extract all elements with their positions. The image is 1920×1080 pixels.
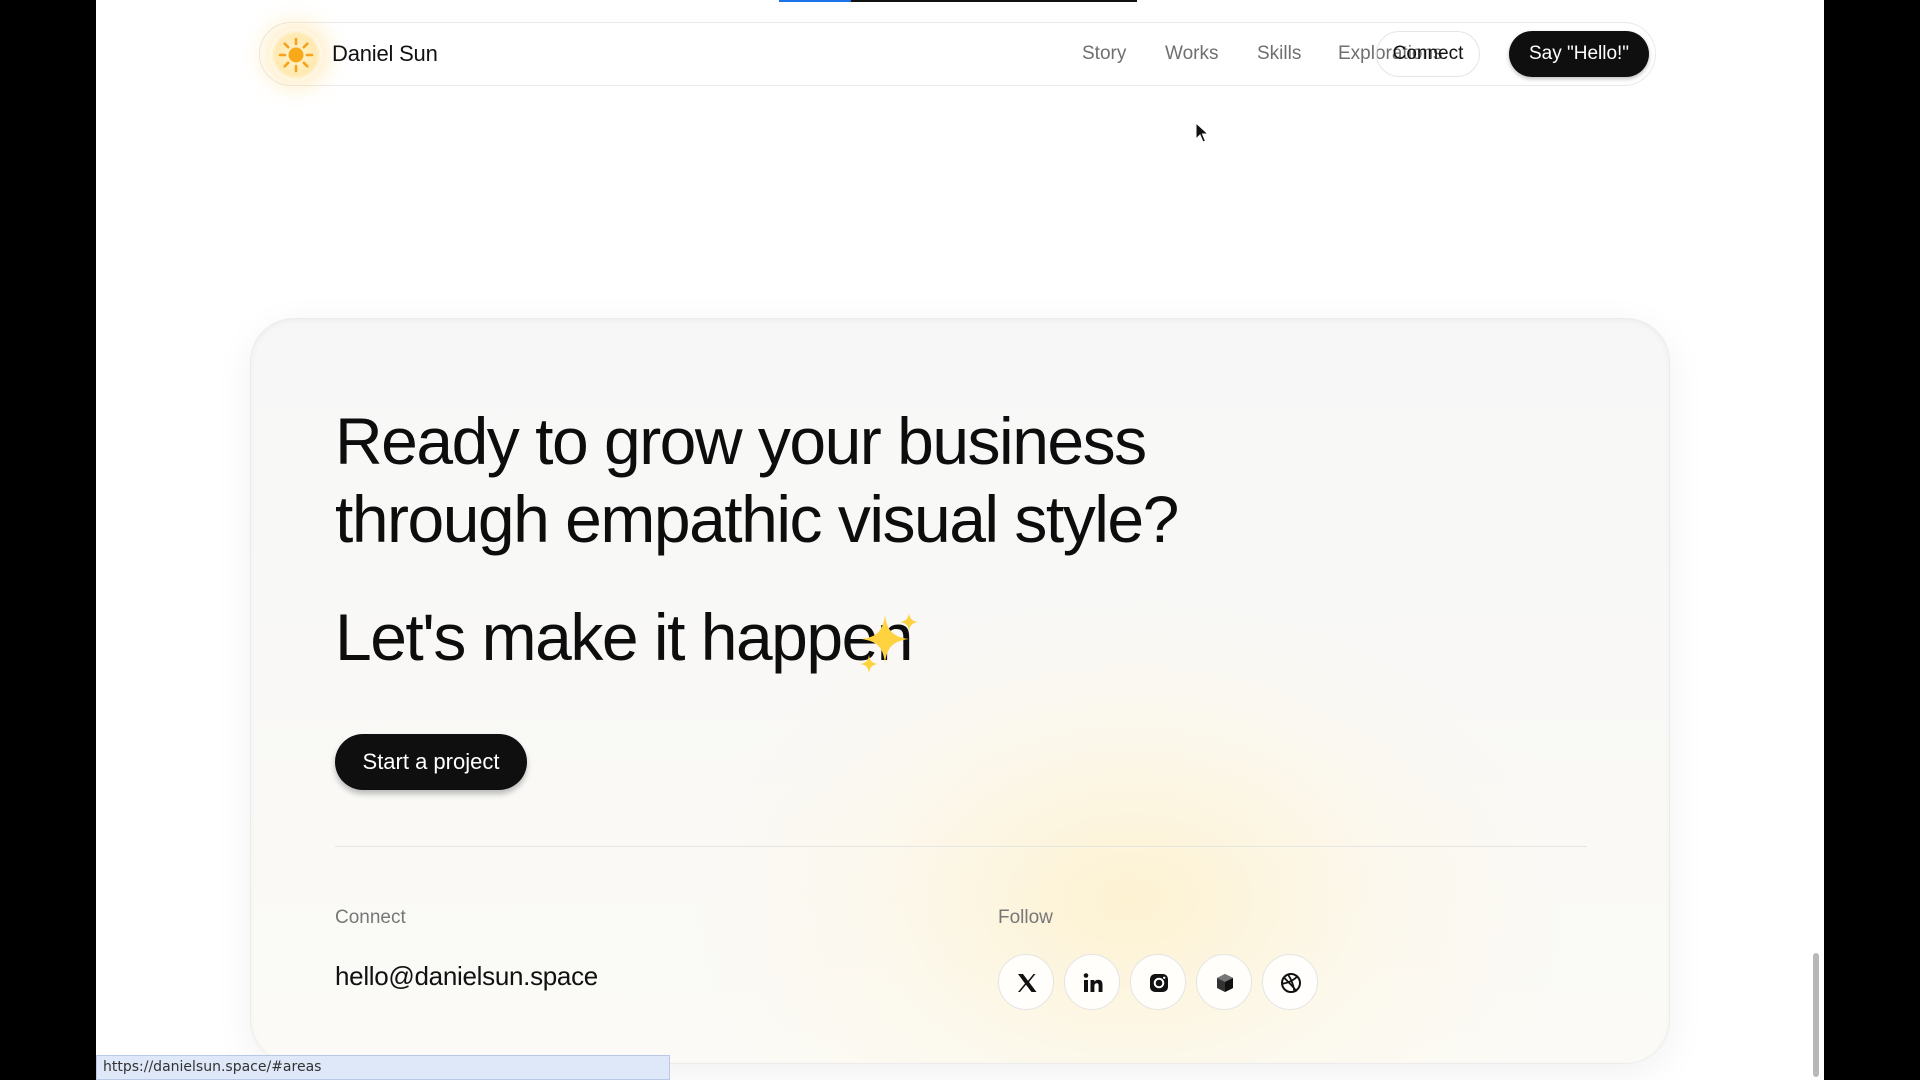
cta-headline-line1: Ready to grow your business <box>335 404 1147 478</box>
sparkles-icon <box>860 613 918 673</box>
sun-icon <box>278 37 314 73</box>
cta-subheadline: Let's make it happen <box>335 600 914 674</box>
browser-viewport: Daniel Sun Story Works Skills Exploratio… <box>96 0 1824 1080</box>
instagram-social-button[interactable] <box>1130 954 1186 1010</box>
nav-link-skills[interactable]: Skills <box>1257 43 1301 65</box>
start-project-button[interactable]: Start a project <box>335 734 527 790</box>
cube-social-button[interactable] <box>1196 954 1252 1010</box>
scroll-progress-fill <box>779 0 851 2</box>
linkedin-social-button[interactable] <box>1064 954 1120 1010</box>
scrollbar-thumb[interactable] <box>1813 953 1819 1077</box>
nav-connect-button[interactable]: Connect <box>1376 31 1480 77</box>
follow-label: Follow <box>998 907 1053 928</box>
x-icon <box>1018 974 1037 992</box>
mouse-cursor-icon <box>1195 122 1209 143</box>
browser-status-bar: https://danielsun.space/#areas <box>96 1055 670 1080</box>
cube-icon <box>1217 974 1233 992</box>
x-social-button[interactable] <box>998 954 1054 1010</box>
brand-name[interactable]: Daniel Sun <box>332 41 438 67</box>
scroll-progress-bar <box>779 0 1137 2</box>
dribbble-social-button[interactable] <box>1262 954 1318 1010</box>
cta-card: Ready to grow your business through empa… <box>250 318 1670 1064</box>
top-navbar: Daniel Sun Story Works Skills Exploratio… <box>259 22 1656 86</box>
nav-link-story[interactable]: Story <box>1082 43 1126 65</box>
email-link[interactable]: hello@danielsun.space <box>335 961 598 992</box>
divider <box>335 846 1587 847</box>
linkedin-icon <box>1083 973 1103 992</box>
nav-link-works[interactable]: Works <box>1165 43 1218 65</box>
dribbble-icon <box>1281 973 1301 993</box>
sun-logo-icon[interactable] <box>270 29 322 81</box>
connect-label: Connect <box>335 907 406 928</box>
say-hello-button[interactable]: Say "Hello!" <box>1509 31 1649 77</box>
cta-headline-line2: through empathic visual style? <box>335 482 1179 556</box>
instagram-icon <box>1150 974 1168 992</box>
